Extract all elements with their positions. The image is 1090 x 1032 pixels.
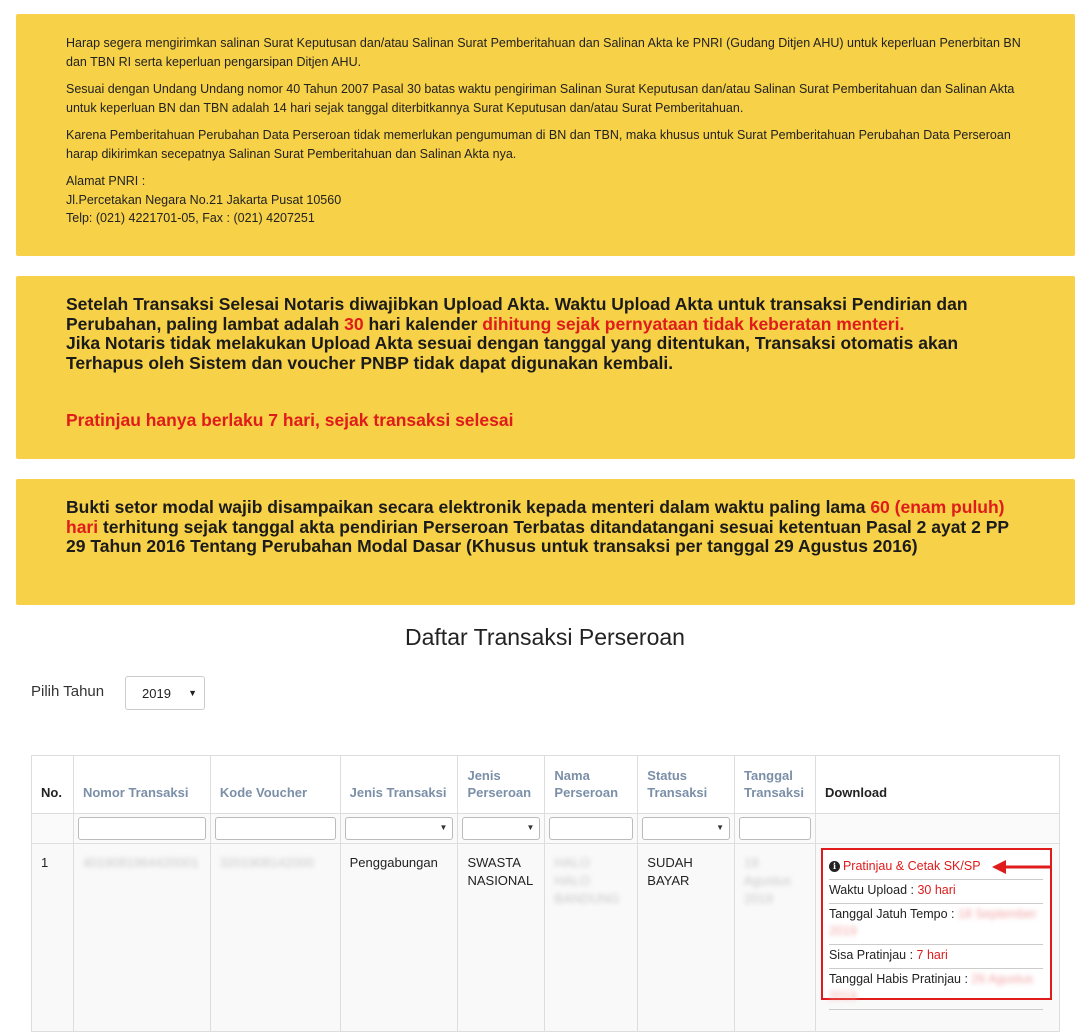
header-nomor-transaksi[interactable]: Nomor Transaksi: [72, 755, 211, 814]
caret-down-icon: ▼: [439, 823, 448, 832]
upload-days-highlight: 30: [344, 313, 364, 334]
filter-jenis-perseroan-select[interactable]: ▼: [462, 817, 541, 840]
remaining-preview-value: 7 hari: [916, 948, 948, 962]
upload-notice-text: Setelah Transaksi Selesai Notaris diwaji…: [66, 294, 1025, 334]
filter-cell: ▼: [339, 813, 459, 844]
transaction-table: No. Nomor Transaksi Kode Voucher Jenis T…: [31, 755, 1061, 1032]
notice-paragraph: Sesuai dengan Undang Undang nomor 40 Tah…: [66, 82, 1015, 115]
header-jenis-transaksi[interactable]: Jenis Transaksi: [339, 755, 459, 814]
preview-expiry-line: Tanggal Habis Pratinjau : 26 Agustus 201…: [828, 969, 1043, 1010]
cell-jenis-perseroan: SWASTA NASIONAL: [457, 843, 546, 1032]
cell-nomor-transaksi: 4019081964420001: [72, 843, 211, 1032]
upload-notice-highlight: dihitung sejak pernyataan tidak keberata…: [482, 313, 905, 334]
nama-perseroan-value: HALO HALO BANDUNG: [554, 855, 620, 906]
capital-notice-part: Bukti setor modal wajib disampaikan seca…: [66, 497, 871, 517]
table-header-row: No. Nomor Transaksi Kode Voucher Jenis T…: [31, 755, 1061, 814]
preview-validity-note: Pratinjau hanya berlaku 7 hari, sejak tr…: [66, 410, 514, 430]
header-no[interactable]: No.: [31, 755, 74, 814]
cell-kode-voucher: 3201908142000: [209, 843, 341, 1032]
caret-down-icon: ▼: [716, 823, 724, 832]
capital-deposit-notice: Bukti setor modal wajib disampaikan seca…: [16, 479, 1075, 605]
info-icon: i: [828, 861, 840, 872]
filter-cell: [734, 813, 816, 844]
filter-tanggal-input[interactable]: [739, 817, 811, 840]
filter-cell-empty: [814, 813, 1061, 844]
cell-nama-perseroan: HALO HALO BANDUNG: [544, 843, 639, 1032]
capital-notice-part: terhitung sejak tanggal akta pendirian P…: [66, 516, 1009, 556]
upload-time-label: Waktu Upload :: [828, 883, 918, 897]
cell-no: 1: [31, 843, 74, 1032]
pnri-address: Alamat PNRI : Jl.Percetakan Negara No.21…: [66, 172, 1025, 228]
cell-jenis-transaksi: Penggabungan: [339, 843, 459, 1032]
header-download: Download: [814, 755, 1061, 814]
filter-cell-empty: [31, 813, 74, 844]
year-select[interactable]: 2019 ▼: [125, 676, 205, 710]
address-line: Jl.Percetakan Negara No.21 Jakarta Pusat…: [66, 192, 342, 207]
nomor-transaksi-value: 4019081964420001: [82, 855, 199, 870]
filter-nomor-input[interactable]: [77, 817, 206, 840]
remaining-preview-label: Sisa Pratinjau :: [828, 948, 917, 962]
table-row: 1 4019081964420001 3201908142000 Penggab…: [31, 843, 1061, 1032]
filter-cell: [72, 813, 211, 844]
caret-down-icon: ▼: [526, 823, 535, 832]
filter-cell: ▼: [457, 813, 546, 844]
caret-down-icon: ▼: [188, 688, 197, 698]
address-title: Alamat PNRI :: [66, 174, 146, 188]
filter-status-select[interactable]: ▼: [642, 817, 730, 840]
upload-time-line: Waktu Upload : 30 hari: [828, 880, 1043, 904]
year-filter-label: Pilih Tahun: [31, 683, 105, 700]
kode-voucher-value: 3201908142000: [219, 855, 314, 870]
filter-nama-input[interactable]: [549, 817, 634, 840]
upload-time-value: 30 hari: [917, 883, 956, 897]
header-kode-voucher[interactable]: Kode Voucher: [209, 755, 341, 814]
upload-akta-notice: Setelah Transaksi Selesai Notaris diwaji…: [16, 276, 1075, 459]
filter-row: ▼ ▼ ▼: [31, 813, 1061, 844]
page-title: Daftar Transaksi Perseroan: [405, 624, 685, 650]
preview-print-label: Pratinjau & Cetak SK/SP: [842, 859, 981, 873]
notice-paragraph: Karena Pemberitahuan Perubahan Data Pers…: [66, 128, 1011, 161]
filter-cell: [209, 813, 341, 844]
due-date-label: Tanggal Jatuh Tempo :: [828, 907, 958, 921]
remaining-preview-line: Sisa Pratinjau : 7 hari: [828, 945, 1043, 969]
cell-tanggal-transaksi: 19 Agustus 2019: [734, 843, 816, 1032]
header-nama-perseroan[interactable]: Nama Perseroan: [544, 755, 639, 814]
notice-paragraph: Harap segera mengirimkan salinan Surat K…: [66, 36, 1021, 69]
filter-cell: [544, 813, 639, 844]
upload-notice-part: hari kalender: [363, 313, 483, 334]
header-tanggal-transaksi[interactable]: Tanggal Transaksi: [734, 755, 816, 814]
red-arrow-icon: [992, 860, 1052, 874]
tanggal-transaksi-value: 19 Agustus 2019: [744, 855, 791, 906]
filter-voucher-input[interactable]: [214, 817, 336, 840]
due-date-line: Tanggal Jatuh Tempo : 18 September 2019: [828, 904, 1043, 945]
year-select-value: 2019: [142, 686, 171, 701]
pnri-notice: Harap segera mengirimkan salinan Surat K…: [16, 14, 1075, 256]
address-phone: Telp: (021) 4221701-05, Fax : (021) 4207…: [66, 211, 315, 225]
filter-jenis-transaksi-select[interactable]: ▼: [344, 817, 454, 840]
header-status-transaksi[interactable]: Status Transaksi: [637, 755, 735, 814]
cell-status-transaksi: SUDAH BAYAR: [637, 843, 735, 1032]
deletion-notice-text: Jika Notaris tidak melakukan Upload Akta…: [66, 333, 959, 373]
preview-expiry-label: Tanggal Habis Pratinjau :: [828, 972, 972, 986]
header-jenis-perseroan[interactable]: Jenis Perseroan: [457, 755, 546, 814]
filter-cell: ▼: [637, 813, 735, 844]
